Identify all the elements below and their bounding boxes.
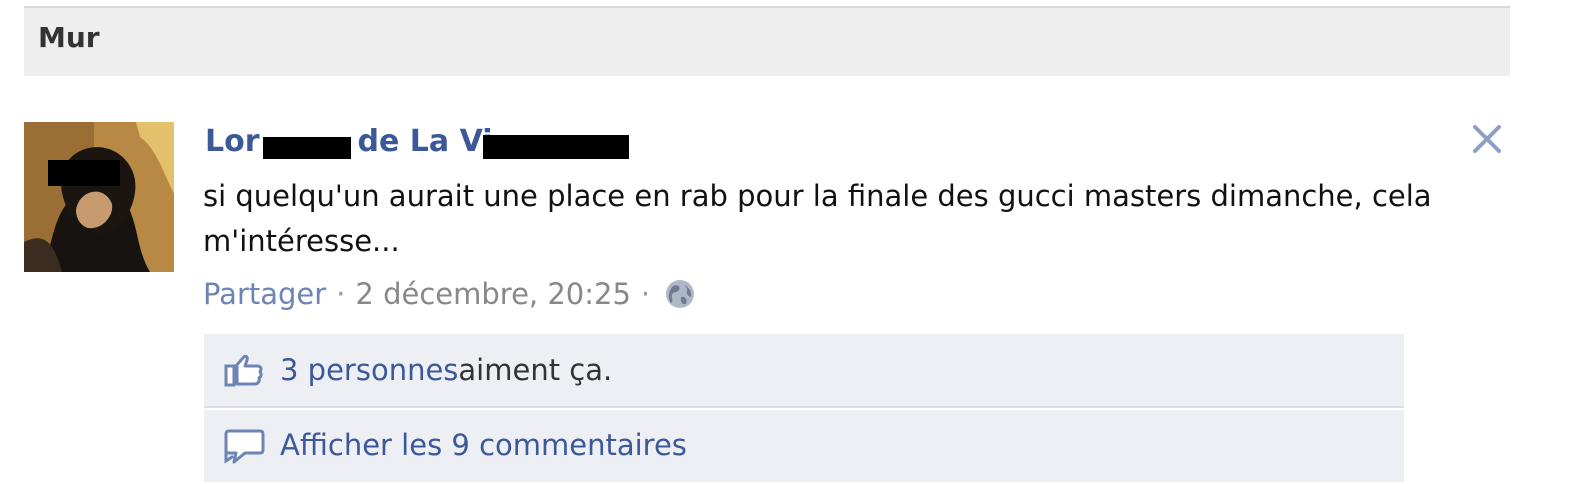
post-author-name[interactable]: Lor de La Vi — [205, 124, 629, 160]
likes-count-link[interactable]: 3 personnes — [280, 353, 458, 387]
likes-rest-text: aiment ça. — [458, 353, 613, 387]
show-comments-link[interactable]: Afficher les 9 commentaires — [280, 428, 687, 462]
wall-header: Mur — [24, 6, 1510, 76]
likes-row: 3 personnes aiment ça. — [204, 334, 1404, 406]
author-name-part-2: de La Vi — [357, 124, 493, 159]
author-name-redaction-2 — [483, 135, 629, 159]
comments-row[interactable]: Afficher les 9 commentaires — [204, 408, 1404, 480]
author-name-redaction-1 — [263, 137, 351, 159]
avatar[interactable] — [24, 122, 174, 272]
globe-icon[interactable] — [664, 278, 696, 310]
comment-icon[interactable] — [222, 423, 266, 467]
post-timestamp[interactable]: 2 décembre, 20:25 — [355, 274, 631, 314]
wall-title: Mur — [38, 21, 100, 54]
post-meta: Partager · 2 décembre, 20:25 · — [203, 274, 696, 314]
meta-separator-2: · — [640, 277, 651, 311]
avatar-image — [24, 122, 174, 272]
thumbs-up-icon[interactable] — [222, 348, 266, 392]
meta-separator: · — [336, 277, 346, 311]
author-name-part-1: Lor — [205, 124, 260, 159]
avatar-redaction-bar — [48, 160, 120, 186]
close-icon[interactable] — [1470, 122, 1504, 156]
post-text: si quelqu'un aurait une place en rab pou… — [203, 179, 1432, 258]
post-feedback-box: 3 personnes aiment ça. Afficher les 9 co… — [204, 334, 1404, 482]
share-link[interactable]: Partager — [203, 274, 326, 314]
